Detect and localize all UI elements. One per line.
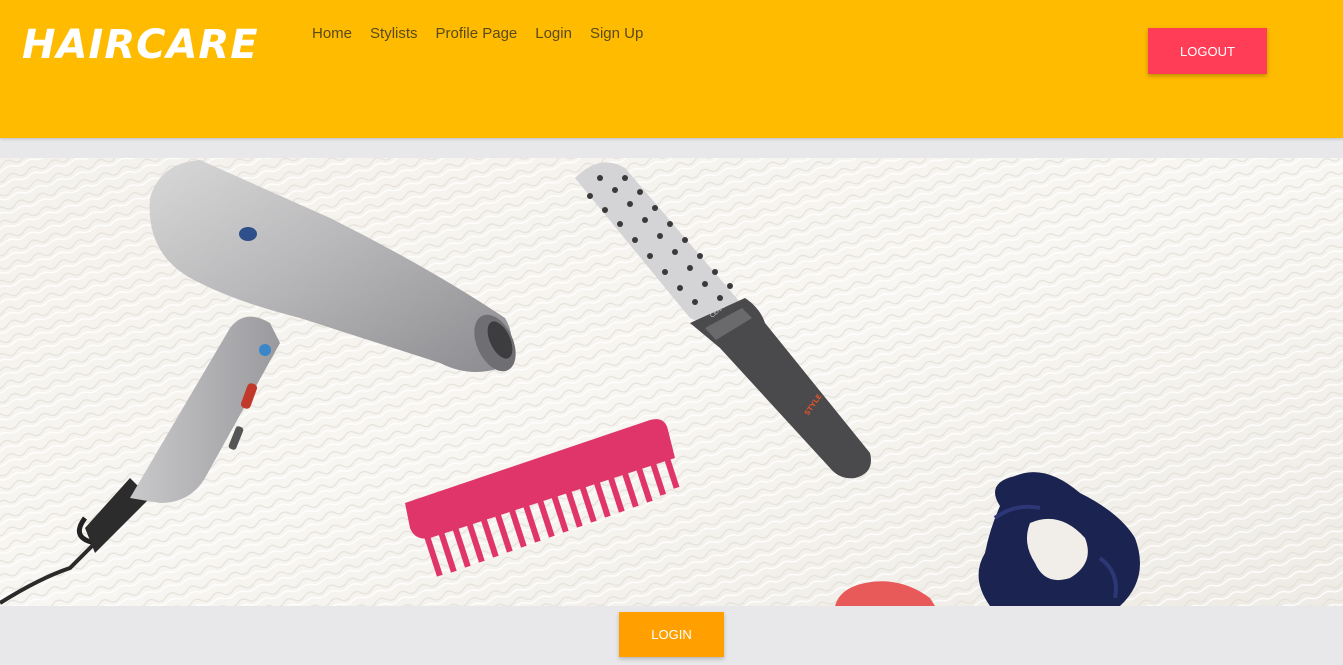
- nav-sign-up[interactable]: Sign Up: [590, 24, 643, 44]
- nav-profile-page[interactable]: Profile Page: [436, 24, 518, 44]
- nav-login[interactable]: Login: [535, 24, 572, 44]
- brand-logo[interactable]: HAIRCARE: [22, 22, 259, 68]
- nav-home[interactable]: Home: [312, 24, 352, 44]
- top-header: HAIRCARE Home Stylists Profile Page Logi…: [0, 0, 1343, 138]
- hero-image: CERAMIC STYLE: [0, 158, 1343, 606]
- logout-button[interactable]: LOGOUT: [1148, 28, 1267, 74]
- main-nav: Home Stylists Profile Page Login Sign Up: [312, 24, 661, 44]
- login-button[interactable]: LOGIN: [619, 612, 724, 657]
- nav-stylists[interactable]: Stylists: [370, 24, 418, 44]
